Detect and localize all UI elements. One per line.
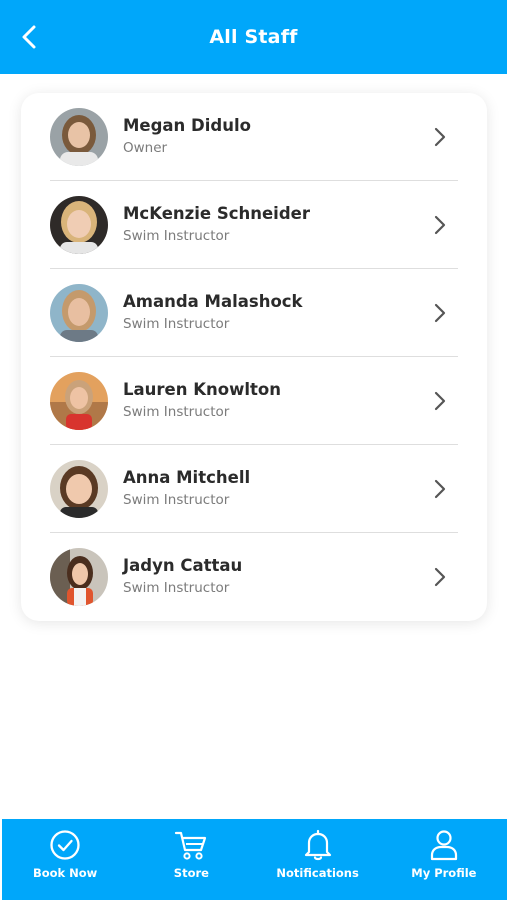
tab-label: Store bbox=[173, 866, 209, 880]
page-title: All Staff bbox=[209, 26, 298, 48]
top-app-bar: All Staff bbox=[0, 0, 507, 74]
chevron-right-icon bbox=[428, 301, 452, 325]
avatar bbox=[50, 460, 108, 518]
staff-role: Swim Instructor bbox=[123, 228, 230, 244]
staff-name: Lauren Knowlton bbox=[123, 380, 281, 399]
tab-notifications[interactable]: Notifications bbox=[255, 819, 381, 900]
staff-name: Megan Didulo bbox=[123, 116, 251, 135]
staff-list-card: Megan Didulo Owner McKenzie Schneider Sw… bbox=[21, 93, 487, 621]
tab-store[interactable]: Store bbox=[128, 819, 254, 900]
avatar bbox=[50, 196, 108, 254]
staff-role: Swim Instructor bbox=[123, 404, 230, 420]
avatar bbox=[50, 372, 108, 430]
staff-row[interactable]: Lauren Knowlton Swim Instructor bbox=[50, 357, 458, 445]
chevron-left-icon bbox=[22, 25, 36, 49]
staff-role: Owner bbox=[123, 140, 168, 156]
avatar bbox=[50, 108, 108, 166]
staff-row[interactable]: Jadyn Cattau Swim Instructor bbox=[50, 533, 458, 621]
staff-row[interactable]: McKenzie Schneider Swim Instructor bbox=[50, 181, 458, 269]
staff-name: Anna Mitchell bbox=[123, 468, 251, 487]
chevron-right-icon bbox=[428, 213, 452, 237]
cart-icon bbox=[174, 828, 208, 862]
avatar bbox=[50, 548, 108, 606]
staff-row[interactable]: Amanda Malashock Swim Instructor bbox=[50, 269, 458, 357]
tab-my-profile[interactable]: My Profile bbox=[381, 819, 507, 900]
bottom-tab-bar: Book Now Store Notifications My Profile bbox=[2, 819, 507, 900]
staff-row[interactable]: Anna Mitchell Swim Instructor bbox=[50, 445, 458, 533]
staff-row[interactable]: Megan Didulo Owner bbox=[50, 93, 458, 181]
staff-name: McKenzie Schneider bbox=[123, 204, 310, 223]
staff-name: Amanda Malashock bbox=[123, 292, 303, 311]
avatar bbox=[50, 284, 108, 342]
check-circle-icon bbox=[48, 828, 82, 862]
chevron-right-icon bbox=[428, 389, 452, 413]
staff-name: Jadyn Cattau bbox=[123, 556, 243, 575]
chevron-right-icon bbox=[428, 565, 452, 589]
chevron-right-icon bbox=[428, 125, 452, 149]
bell-icon bbox=[301, 828, 335, 862]
user-icon bbox=[427, 828, 461, 862]
chevron-right-icon bbox=[428, 477, 452, 501]
tab-label: My Profile bbox=[411, 866, 477, 880]
staff-role: Swim Instructor bbox=[123, 580, 230, 596]
staff-role: Swim Instructor bbox=[123, 316, 230, 332]
tab-label: Book Now bbox=[32, 866, 98, 880]
back-button[interactable] bbox=[14, 22, 44, 52]
tab-label: Notifications bbox=[276, 866, 359, 880]
staff-role: Swim Instructor bbox=[123, 492, 230, 508]
tab-book-now[interactable]: Book Now bbox=[2, 819, 128, 900]
